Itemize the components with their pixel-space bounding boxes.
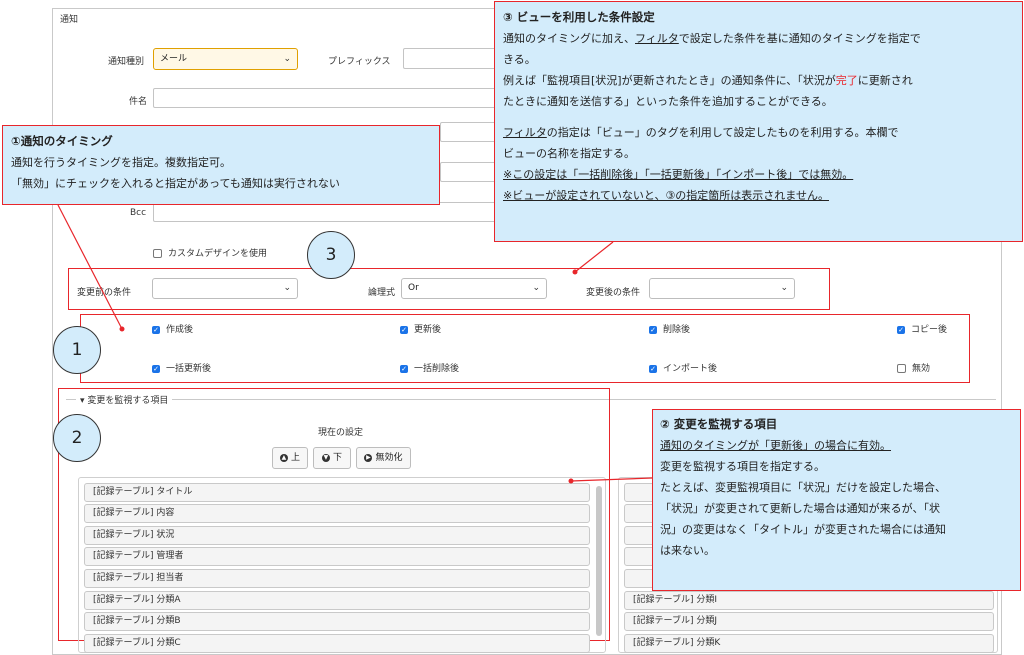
callout-view-note: ※この設定は「一括削除後」「一括更新後」「インポート後」では無効。 [503, 168, 854, 181]
callout-view-text: 通知のタイミングに加え、フィルタで設定した条件を基に通知のタイミングを指定で [503, 32, 921, 45]
callout-view-condition: ③ ビューを利用した条件設定 通知のタイミングに加え、フィルタで設定した条件を基… [494, 1, 1023, 242]
marker-circle-3: 3 [307, 231, 355, 279]
callout-view-text: ビューの名称を指定する。 [503, 147, 635, 160]
callout-view-text: フィルタの指定は「ビュー」のタグを利用して設定したものを利用する。本欄で [503, 126, 899, 139]
callout-monitor-text: は来ない。 [660, 544, 715, 557]
callout-view-note: ※ビューが設定されていないと、③の指定箇所は表示されません。 [503, 189, 829, 202]
connector-dot-2 [568, 478, 574, 484]
marker-circle-2: 2 [53, 414, 101, 462]
connector-line-2 [570, 477, 653, 482]
callout-view-title: ③ ビューを利用した条件設定 [503, 10, 655, 24]
callout-timing-text: 通知を行うタイミングを指定。複数指定可。 [11, 156, 231, 169]
callout-view-text: 例えば「監視項目[状況]が更新されたとき」の通知条件に、「状況が完了に更新され [503, 74, 913, 87]
status-complete-text: 完了 [835, 74, 858, 87]
callout-monitor-items: ② 変更を監視する項目 通知のタイミングが「更新後」の場合に有効。 変更を監視す… [652, 409, 1021, 591]
callout-monitor-text: 通知のタイミングが「更新後」の場合に有効。 [660, 439, 891, 452]
callout-timing-title: ①通知のタイミング [11, 134, 113, 148]
callout-view-text: きる。 [503, 53, 536, 66]
callout-monitor-text: 変更を監視する項目を指定する。 [660, 460, 825, 473]
marker-circle-1: 1 [53, 326, 101, 374]
callout-view-text: たときに通知を送信する」といった条件を追加することができる。 [503, 95, 833, 108]
connector-line-1 [57, 204, 123, 330]
callout-monitor-text: 況」の変更はなく「タイトル」が変更された場合には通知 [660, 523, 946, 536]
callout-monitor-text: 「状況」が変更されて更新した場合は通知が来るが、「状 [660, 502, 940, 515]
connector-dot-3 [572, 269, 578, 275]
callout-monitor-title: ② 変更を監視する項目 [660, 417, 778, 431]
callout-monitor-text: たとえば、変更監視項目に「状況」だけを設定した場合、 [660, 481, 946, 494]
callout-timing-text: 「無効」にチェックを入れると指定があっても通知は実行されない [11, 177, 340, 190]
callout-timing: ①通知のタイミング 通知を行うタイミングを指定。複数指定可。 「無効」にチェック… [2, 125, 440, 205]
filter-link: フィルタ [503, 126, 547, 139]
connector-line-3 [574, 241, 614, 273]
connector-dot-1 [119, 326, 125, 332]
filter-link: フィルタ [635, 32, 679, 45]
